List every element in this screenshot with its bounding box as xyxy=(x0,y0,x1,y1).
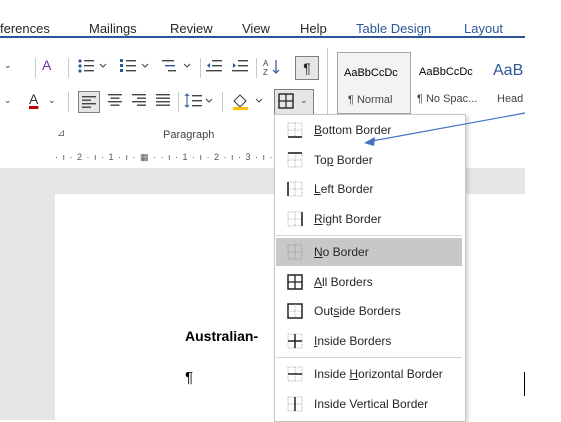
align-right-icon[interactable] xyxy=(132,94,146,109)
menu-item-label: No Border xyxy=(314,245,369,259)
chevron-down-icon: ⌄ xyxy=(300,95,308,105)
top-border-icon xyxy=(287,151,303,167)
numbering-icon[interactable] xyxy=(120,58,156,77)
menu-item-label: Inside Borders xyxy=(314,333,392,348)
menu-item-label: Top Border xyxy=(314,152,373,167)
svg-text:A: A xyxy=(263,59,269,68)
document-heading[interactable]: Australian- xyxy=(185,328,258,344)
style-name: ¶ No Spac... xyxy=(417,93,478,105)
menu-item-top-border[interactable]: Top Border xyxy=(276,146,462,174)
style-name: Head xyxy=(497,93,524,105)
borders-dropdown-menu: Bottom Border Top Border Left Border Right … xyxy=(274,114,466,422)
separator xyxy=(178,92,179,112)
style-sample: AaBbCcDc xyxy=(344,67,398,79)
sort-icon[interactable]: A Z xyxy=(263,58,283,79)
tab-help[interactable]: Help xyxy=(300,21,327,36)
outside-borders-icon xyxy=(287,303,303,319)
separator xyxy=(256,58,257,78)
menu-item-left-border[interactable]: Left Border xyxy=(276,175,462,203)
ribbon-tab-bar: ferences Mailings Review View Help Table… xyxy=(0,0,525,38)
borders-button[interactable]: ⌄ xyxy=(274,89,314,115)
table-edge-line xyxy=(524,372,525,396)
svg-text:Z: Z xyxy=(263,68,268,76)
separator xyxy=(35,58,36,78)
menu-item-bottom-border[interactable]: Bottom Border xyxy=(276,116,462,144)
tab-view[interactable]: View xyxy=(242,21,270,36)
menu-item-all-borders[interactable]: All Borders xyxy=(276,268,462,296)
align-center-icon[interactable] xyxy=(108,94,122,109)
menu-item-label: Outside Borders xyxy=(314,304,401,318)
paragraph-mark: ¶ xyxy=(185,369,194,386)
tab-review[interactable]: Review xyxy=(170,21,213,36)
font-color-icon[interactable]: A xyxy=(29,91,38,107)
all-borders-icon xyxy=(287,273,303,290)
separator xyxy=(68,92,69,112)
menu-item-right-border[interactable]: Right Border xyxy=(276,205,462,233)
inside-borders-icon xyxy=(287,333,303,348)
show-formatting-marks-button[interactable]: ¶ xyxy=(295,56,319,80)
tab-table-design[interactable]: Table Design xyxy=(356,21,431,36)
align-left-button[interactable] xyxy=(78,91,100,113)
menu-item-inside-borders[interactable]: Inside Borders xyxy=(276,327,462,355)
separator xyxy=(222,92,223,112)
tab-layout[interactable]: Layout xyxy=(464,21,503,36)
menu-item-label: Inside Horizontal Border xyxy=(314,367,443,381)
dialog-launcher-icon[interactable]: ⊿ xyxy=(57,128,65,139)
menu-separator xyxy=(276,235,462,236)
decrease-indent-icon[interactable] xyxy=(206,58,222,77)
increase-indent-icon[interactable] xyxy=(232,58,248,77)
no-border-icon xyxy=(287,244,303,260)
tab-mailings[interactable]: Mailings xyxy=(89,21,137,36)
style-normal[interactable]: AaBbCcDc ¶ Normal xyxy=(337,52,411,114)
style-name: ¶ Normal xyxy=(348,94,393,106)
inside-vertical-border-icon xyxy=(287,396,303,411)
justify-icon[interactable] xyxy=(156,94,170,109)
style-sample: AaBbCcDc xyxy=(419,66,473,78)
menu-item-no-border[interactable]: No Border xyxy=(276,238,462,266)
paragraph-group-label: Paragraph xyxy=(163,129,215,141)
shading-icon[interactable] xyxy=(232,92,266,113)
line-spacing-icon[interactable] xyxy=(184,93,216,112)
menu-item-label: Right Border xyxy=(314,211,382,226)
bottom-border-icon xyxy=(287,122,303,138)
menu-separator xyxy=(276,357,462,358)
separator xyxy=(68,58,69,78)
style-heading[interactable]: AaB Head xyxy=(489,52,525,112)
styles-gallery: AaBbCcDc ¶ Normal AaBbCcDc ¶ No Spac... … xyxy=(337,52,525,114)
menu-item-label: Left Border xyxy=(314,182,374,196)
tab-references[interactable]: ferences xyxy=(0,21,50,36)
clear-formatting-icon[interactable]: A xyxy=(42,57,51,73)
menu-item-label: Inside Vertical Border xyxy=(314,396,429,411)
right-border-icon xyxy=(287,211,303,226)
menu-item-label: Bottom Border xyxy=(314,123,392,137)
style-sample: AaB xyxy=(493,62,524,79)
chevron-down-icon[interactable]: ⌄ xyxy=(4,95,12,106)
chevron-down-icon[interactable]: ⌄ xyxy=(4,60,12,71)
left-border-icon xyxy=(287,181,303,197)
inside-horizontal-border-icon xyxy=(287,366,303,382)
all-borders-icon xyxy=(278,93,294,109)
multilevel-list-icon[interactable] xyxy=(162,58,198,77)
chevron-down-icon[interactable]: ⌄ xyxy=(48,95,56,106)
menu-item-outside-borders[interactable]: Outside Borders xyxy=(276,297,462,325)
menu-item-inside-vertical-border[interactable]: Inside Vertical Border xyxy=(276,390,462,418)
menu-item-label: All Borders xyxy=(314,274,373,289)
menu-item-inside-horizontal-border[interactable]: Inside Horizontal Border xyxy=(276,360,462,388)
separator xyxy=(200,58,201,78)
bullets-icon[interactable] xyxy=(78,58,114,77)
style-no-spacing[interactable]: AaBbCcDc ¶ No Spac... xyxy=(413,52,485,112)
